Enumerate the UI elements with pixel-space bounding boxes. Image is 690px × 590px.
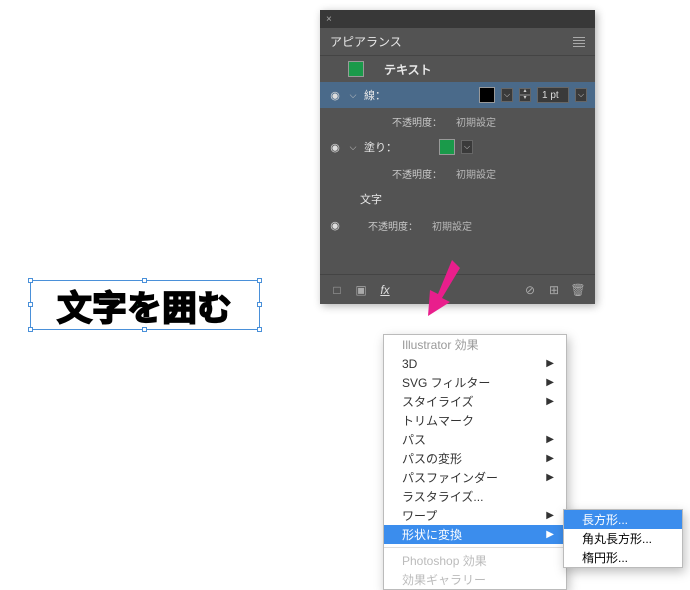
characters-label: 文字 [360, 191, 382, 207]
opacity-value: 初期設定 [424, 218, 472, 233]
appearance-item-text[interactable]: テキスト [320, 56, 595, 82]
menu-item[interactable]: 形状に変換 ▶ [384, 525, 566, 544]
appearance-item-fill[interactable]: ◉ ⌵ 塗り： ⌵ [320, 134, 595, 160]
submenu-item-label: 長方形... [582, 511, 628, 528]
new-fill-icon[interactable]: ▣ [354, 283, 368, 297]
fill-swatch[interactable] [439, 139, 455, 155]
opacity-label: 不透明度： [368, 218, 418, 233]
menu-item[interactable]: ラスタライズ... [384, 487, 566, 506]
convert-shape-submenu: 長方形... 角丸長方形... 楕円形... [563, 509, 683, 568]
selection-handle[interactable] [28, 278, 33, 283]
menu-item[interactable]: 3D ▶ [384, 354, 566, 373]
submenu-arrow-icon: ▶ [546, 396, 554, 407]
menu-item-effect-gallery[interactable]: 効果ギャラリー [384, 570, 566, 589]
stroke-stepper[interactable]: ▴▾ [519, 88, 531, 102]
selection-handle[interactable] [257, 278, 262, 283]
panel-tabbar: × [320, 10, 595, 28]
panel-body: テキスト ◉ ⌵ 線： ⌵ ▴▾ 1 pt ⌵ 不透明度： 初期設定 ◉ ⌵ 塗… [320, 56, 595, 274]
fill-label: 塗り： [364, 139, 397, 155]
menu-item-label: パスの変形 [402, 450, 462, 467]
stroke-weight-field[interactable]: 1 pt [537, 87, 569, 103]
menu-item[interactable]: ワープ ▶ [384, 506, 566, 525]
submenu-arrow-icon: ▶ [546, 358, 554, 369]
submenu-item[interactable]: 長方形... [564, 510, 682, 529]
submenu-arrow-icon: ▶ [546, 529, 554, 540]
submenu-arrow-icon: ▶ [546, 434, 554, 445]
selection-handle[interactable] [142, 278, 147, 283]
item-label: テキスト [384, 61, 432, 78]
visibility-icon[interactable]: ◉ [328, 141, 342, 154]
submenu-arrow-icon: ▶ [546, 472, 554, 483]
annotation-arrow [422, 258, 462, 318]
chevron-down-icon[interactable]: ⌵ [348, 142, 358, 153]
menu-item[interactable]: スタイライズ ▶ [384, 392, 566, 411]
submenu-arrow-icon: ▶ [546, 510, 554, 521]
submenu-arrow-icon: ▶ [546, 453, 554, 464]
dropdown-icon[interactable]: ⌵ [461, 140, 473, 154]
menu-item[interactable]: パスファインダー ▶ [384, 468, 566, 487]
opacity-row[interactable]: 不透明度： 初期設定 [320, 108, 595, 134]
swatch-icon [348, 61, 364, 77]
menu-item-label: スタイライズ [402, 393, 474, 410]
close-icon[interactable]: × [326, 14, 332, 25]
appearance-item-stroke[interactable]: ◉ ⌵ 線： ⌵ ▴▾ 1 pt ⌵ [320, 82, 595, 108]
menu-item-label: 効果ギャラリー [402, 571, 486, 588]
menu-item[interactable]: パス ▶ [384, 430, 566, 449]
menu-item[interactable]: SVG フィルター ▶ [384, 373, 566, 392]
menu-separator [384, 547, 566, 548]
opacity-label: 不透明度： [392, 166, 442, 181]
menu-item[interactable]: パスの変形 ▶ [384, 449, 566, 468]
visibility-icon[interactable]: ◉ [328, 89, 342, 102]
panel-menu-icon[interactable] [573, 37, 585, 47]
menu-item-label: パス [402, 431, 426, 448]
canvas-text-frame[interactable]: 文字を囲む [30, 280, 260, 330]
panel-title: アピアランス [330, 33, 402, 50]
opacity-label: 不透明度： [392, 114, 442, 129]
menu-header-label: Illustrator 効果 [402, 336, 479, 353]
selection-handle[interactable] [257, 302, 262, 307]
menu-section-header: Illustrator 効果 [384, 335, 566, 354]
selection-handle[interactable] [28, 327, 33, 332]
stroke-swatch[interactable] [479, 87, 495, 103]
new-stroke-icon[interactable]: □ [330, 283, 344, 297]
submenu-item-label: 角丸長方形... [582, 530, 652, 547]
menu-section-header: Photoshop 効果 [384, 551, 566, 570]
menu-item-label: ワープ [402, 507, 437, 524]
dropdown-icon[interactable]: ⌵ [501, 88, 513, 102]
visibility-icon[interactable]: ◉ [328, 219, 342, 232]
stroke-label: 線： [364, 87, 386, 103]
duplicate-icon[interactable]: ⊞ [547, 283, 561, 297]
menu-item-label: 形状に変換 [402, 526, 462, 543]
canvas-text: 文字を囲む [58, 281, 233, 330]
add-effect-button[interactable]: fx [378, 283, 392, 297]
submenu-item[interactable]: 角丸長方形... [564, 529, 682, 548]
menu-item-label: ラスタライズ... [402, 488, 483, 505]
menu-item[interactable]: トリムマーク [384, 411, 566, 430]
chevron-down-icon[interactable]: ⌵ [348, 90, 358, 101]
menu-item-label: パスファインダー [402, 469, 498, 486]
effects-menu: Illustrator 効果 3D ▶ SVG フィルター ▶ スタイライズ ▶ トリムマー… [383, 334, 567, 590]
opacity-row[interactable]: 不透明度： 初期設定 [320, 160, 595, 186]
opacity-value: 初期設定 [448, 166, 496, 181]
submenu-arrow-icon: ▶ [546, 377, 554, 388]
menu-item-label: トリムマーク [402, 412, 474, 429]
panel-header: アピアランス [320, 28, 595, 56]
opacity-value: 初期設定 [448, 114, 496, 129]
menu-header-label: Photoshop 効果 [402, 552, 487, 569]
submenu-item[interactable]: 楕円形... [564, 548, 682, 567]
submenu-item-label: 楕円形... [582, 549, 628, 566]
dropdown-icon[interactable]: ⌵ [575, 88, 587, 102]
appearance-item-characters[interactable]: 文字 [320, 186, 595, 212]
opacity-row[interactable]: ◉ 不透明度： 初期設定 [320, 212, 595, 238]
delete-icon[interactable]: 🗑 [571, 283, 585, 297]
selection-handle[interactable] [257, 327, 262, 332]
menu-item-label: 3D [402, 357, 417, 371]
selection-handle[interactable] [142, 327, 147, 332]
clear-icon[interactable]: ⊘ [523, 283, 537, 297]
selection-handle[interactable] [28, 302, 33, 307]
menu-item-label: SVG フィルター [402, 374, 490, 391]
